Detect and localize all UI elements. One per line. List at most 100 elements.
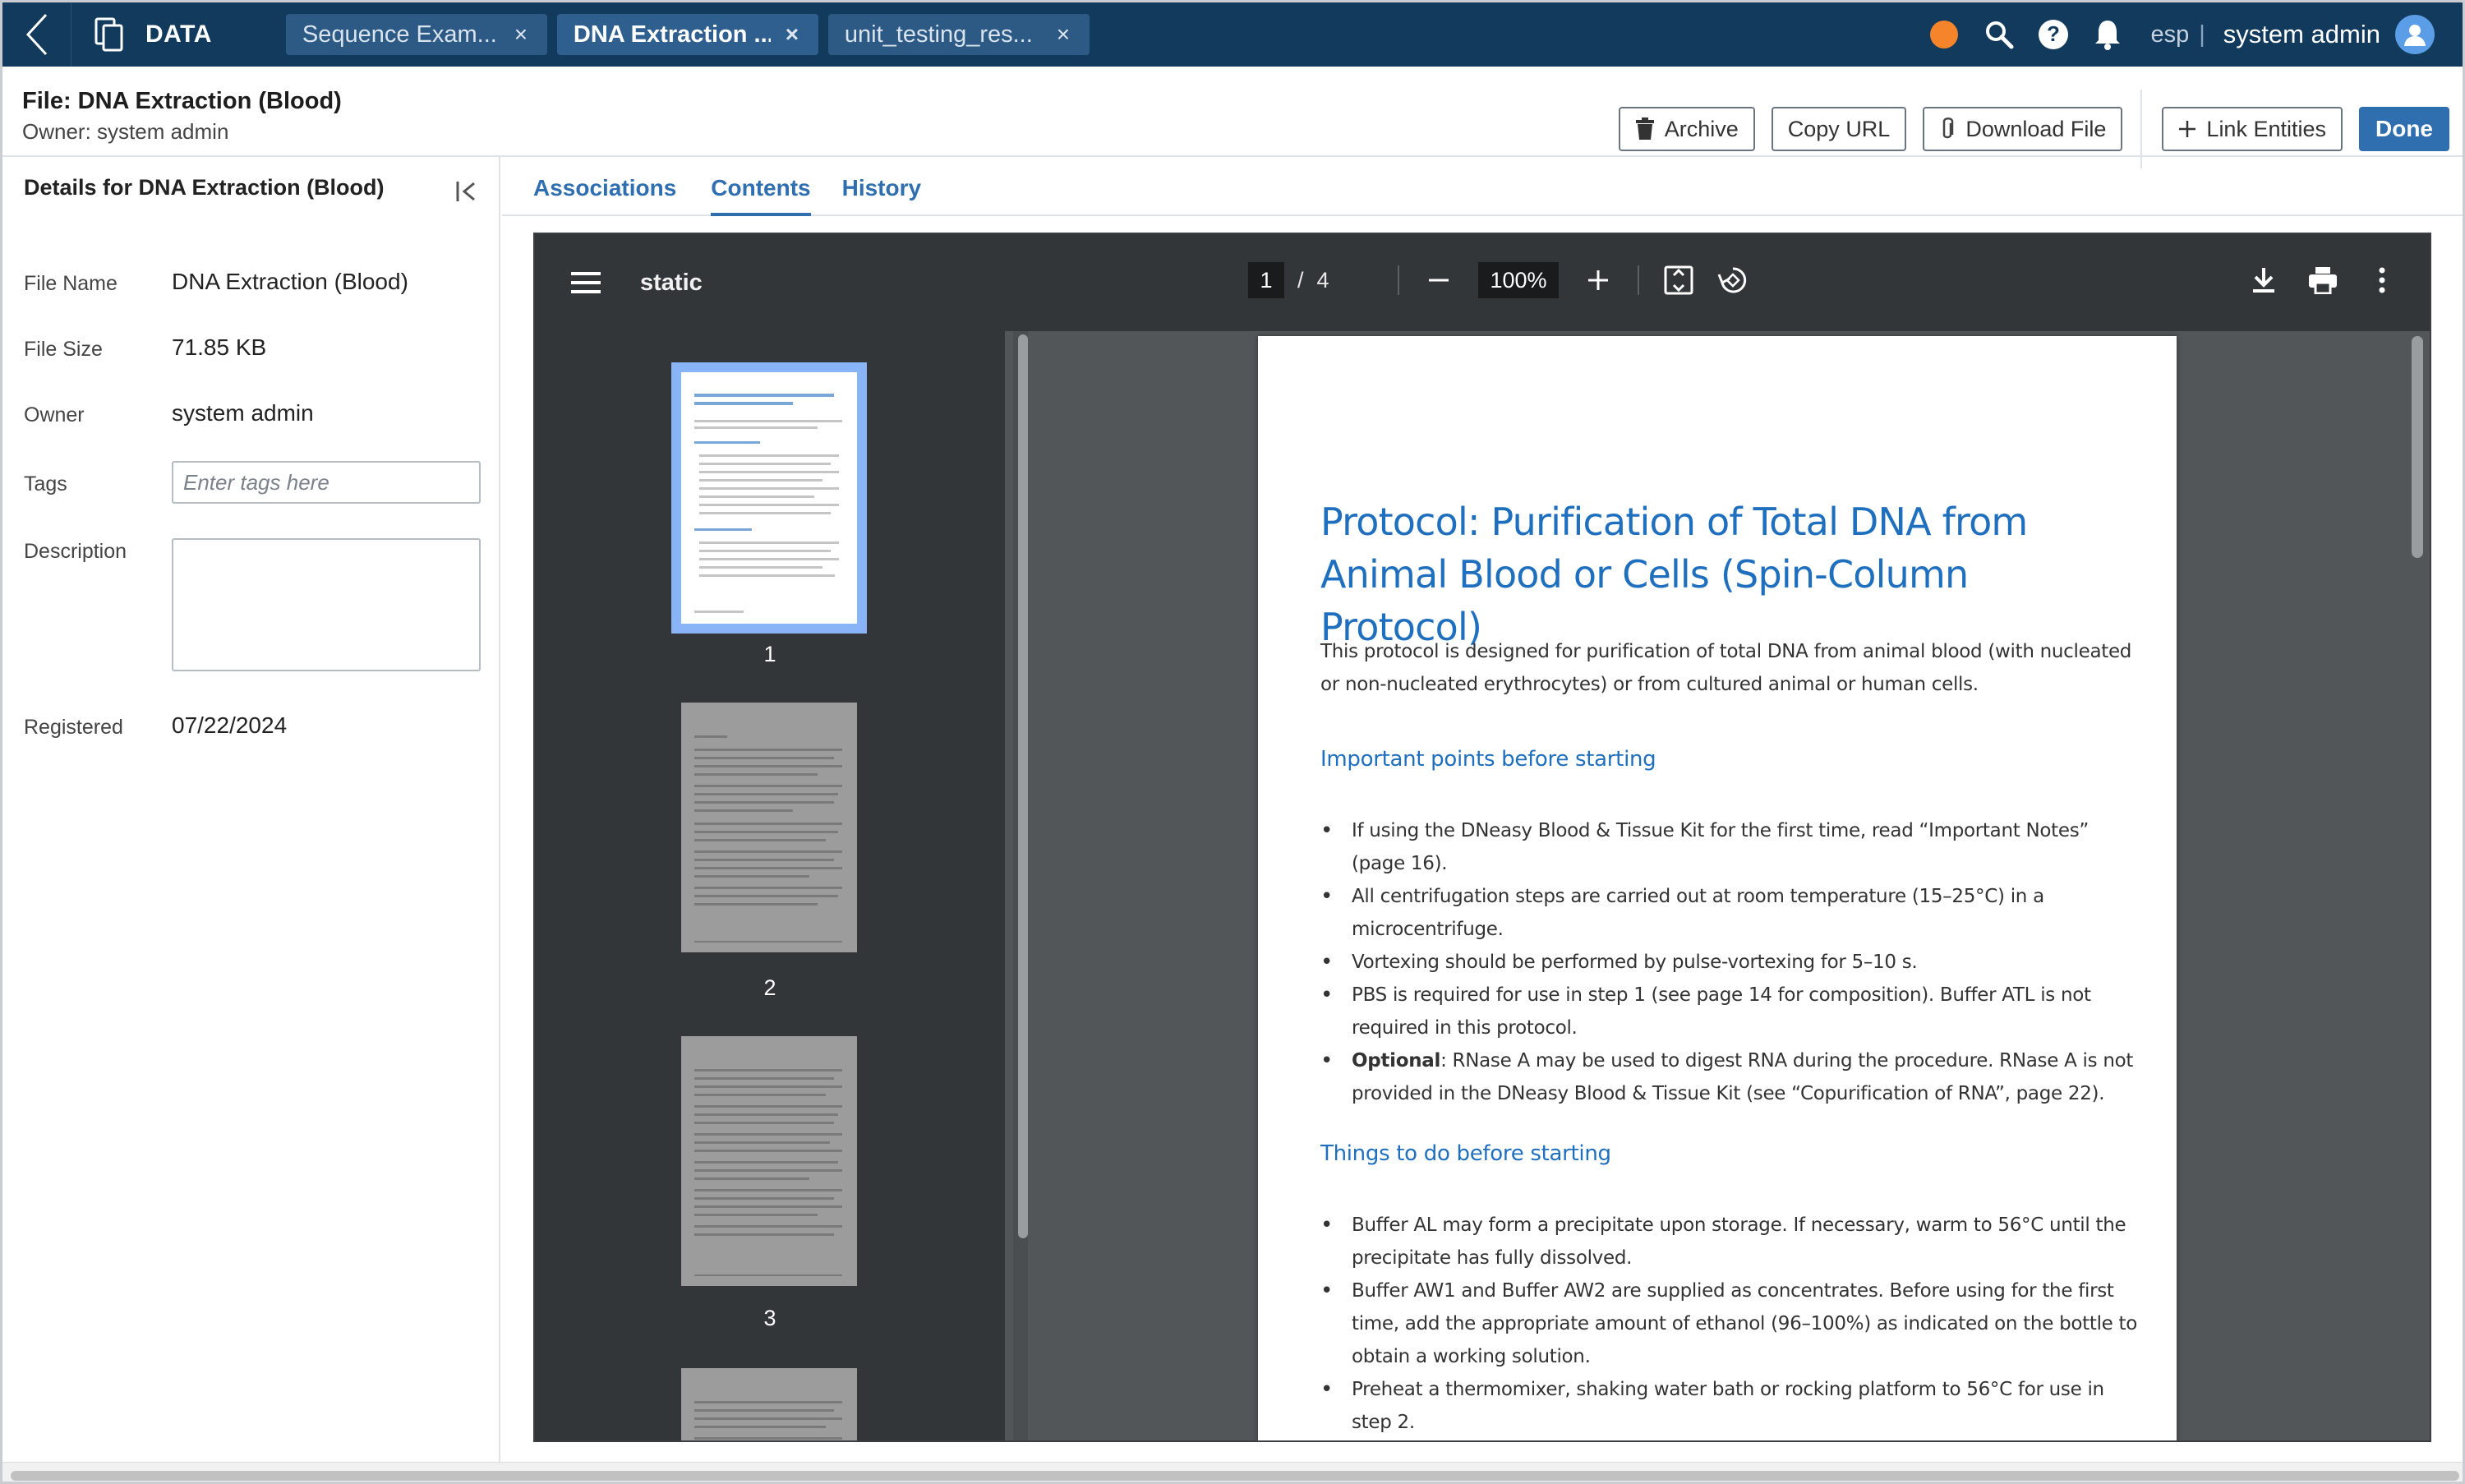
list-item: If using the DNeasy Blood & Tissue Kit f…: [1320, 814, 2142, 880]
archive-label: Archive: [1664, 116, 1739, 141]
search-icon[interactable]: [1983, 18, 2016, 51]
chevron-left-icon: [25, 13, 47, 56]
open-tabs: Sequence Exam... × DNA Extraction ... × …: [285, 14, 1090, 55]
details-title: Details for DNA Extraction (Blood): [24, 175, 385, 200]
list-item: Buffer AL may form a precipitate upon st…: [1320, 1209, 2142, 1274]
user-name[interactable]: system admin: [2223, 20, 2380, 49]
thumbnail-page-4[interactable]: [681, 1368, 857, 1440]
done-button[interactable]: Done: [2359, 107, 2449, 151]
tab-label: unit_testing_res...: [844, 21, 1033, 48]
list-item: Vortexing should be performed by pulse-v…: [1320, 946, 2142, 979]
thumbnail-scrollbar-thumb[interactable]: [1018, 334, 1028, 1238]
list-item: Buffer AW1 and Buffer AW2 are supplied a…: [1320, 1274, 2142, 1373]
trash-icon: [1635, 118, 1655, 141]
copy-files-icon: [93, 16, 126, 53]
zoom-level[interactable]: 100%: [1478, 262, 1559, 298]
close-icon[interactable]: ×: [511, 21, 531, 48]
zoom-control: 100%: [1376, 262, 1751, 298]
page-control: 1 / 4: [1248, 262, 1329, 298]
back-button[interactable]: [2, 2, 71, 67]
tab-dna-extraction[interactable]: DNA Extraction ... ×: [556, 14, 818, 55]
top-right-controls: ? esp | system admin: [1930, 2, 2435, 67]
tab-associations[interactable]: Associations: [533, 157, 676, 216]
content-tabs: Associations Contents History: [502, 157, 2463, 216]
page-number-input[interactable]: 1: [1248, 262, 1284, 298]
owner-value: system admin: [172, 400, 314, 426]
thumbnail-number: 2: [763, 975, 776, 1000]
tab-sequence-example[interactable]: Sequence Exam... ×: [285, 14, 547, 55]
toolbar-divider: [1398, 265, 1399, 295]
app-name: DATA: [145, 21, 212, 48]
file-name-value: DNA Extraction (Blood): [172, 269, 408, 294]
pdf-file-name: static: [640, 269, 703, 296]
download-file-button[interactable]: Download File: [1923, 107, 2123, 151]
tags-label: Tags: [24, 472, 67, 495]
list-item: PBS is required for use in step 1 (see p…: [1320, 979, 2142, 1044]
document-title: Protocol: Purification of Total DNA from…: [1320, 500, 2028, 649]
page-scrollbar-thumb[interactable]: [2412, 336, 2423, 558]
list-item: All centrifugation steps are carried out…: [1320, 880, 2142, 946]
owner-label: Owner: [24, 403, 85, 426]
zoom-in-icon[interactable]: [1580, 262, 1616, 298]
page-viewport: Protocol: Purification of Total DNA from…: [1028, 331, 2430, 1440]
registered-value: 07/22/2024: [172, 712, 288, 738]
download-file-label: Download File: [1965, 116, 2107, 141]
section-heading: Things to do before starting: [1320, 1141, 1611, 1166]
tags-input[interactable]: [172, 461, 481, 504]
important-points-list: If using the DNeasy Blood & Tissue Kit f…: [1320, 814, 2142, 1110]
optional-label: Optional: [1352, 1050, 1441, 1072]
pdf-toolbar: static 1 / 4 100%: [535, 234, 2430, 331]
thumbnail-page-3[interactable]: [681, 1036, 857, 1286]
tab-label: Sequence Exam...: [302, 21, 497, 48]
menu-icon[interactable]: [571, 266, 604, 299]
tab-unit-testing[interactable]: unit_testing_res... ×: [827, 14, 1090, 55]
rotate-icon[interactable]: [1715, 262, 1751, 298]
total-pages: 4: [1316, 267, 1329, 293]
horizontal-scrollbar-thumb[interactable]: [11, 1471, 2459, 1481]
page-separator: /: [1297, 267, 1304, 293]
optional-text: : RNase A may be used to digest RNA duri…: [1352, 1050, 2134, 1104]
thumbnail-number: 1: [763, 642, 776, 666]
document-intro: This protocol is designed for purificati…: [1320, 641, 2132, 695]
user-avatar-icon[interactable]: [2395, 15, 2435, 54]
page-title: File: DNA Extraction (Blood): [22, 88, 342, 114]
print-icon[interactable]: [2305, 262, 2341, 298]
close-icon[interactable]: ×: [1053, 21, 1073, 48]
description-label: Description: [24, 540, 127, 563]
link-entities-button[interactable]: Link Entities: [2162, 107, 2343, 151]
thumbnail-page-2[interactable]: [681, 703, 857, 952]
close-icon[interactable]: ×: [782, 21, 802, 48]
copy-url-button[interactable]: Copy URL: [1771, 107, 1907, 151]
plus-icon: [2178, 120, 2196, 138]
status-indicator[interactable]: [1930, 21, 1959, 48]
link-entities-label: Link Entities: [2206, 116, 2326, 141]
file-header: File: DNA Extraction (Blood) Owner: syst…: [2, 67, 2463, 168]
download-icon[interactable]: [2246, 262, 2282, 298]
details-panel: Details for DNA Extraction (Blood) File …: [2, 157, 500, 1465]
tab-contents[interactable]: Contents: [711, 157, 811, 216]
archive-button[interactable]: Archive: [1618, 107, 1755, 151]
pdf-page-1: Protocol: Purification of Total DNA from…: [1258, 336, 2177, 1440]
help-icon[interactable]: ?: [2037, 18, 2070, 51]
bell-icon[interactable]: [2091, 18, 2124, 51]
more-options-icon[interactable]: [2364, 262, 2400, 298]
file-owner: Owner: system admin: [22, 119, 229, 144]
list-item: Optional: RNase A may be used to digest …: [1320, 1044, 2142, 1110]
horizontal-scrollbar[interactable]: [2, 1462, 2463, 1482]
section-heading: Important points before starting: [1320, 747, 1656, 772]
tab-history[interactable]: History: [842, 157, 921, 216]
collapse-panel-icon[interactable]: [453, 177, 482, 206]
thumbnail-sidebar: 1 2 3: [535, 331, 1005, 1440]
tab-label: DNA Extraction ...: [573, 21, 771, 48]
top-navigation-bar: DATA Sequence Exam... × DNA Extraction .…: [2, 2, 2463, 67]
svg-text:?: ?: [2048, 21, 2061, 46]
pdf-viewer: static 1 / 4 100% 1 2 3 Protocol: Purifi…: [533, 233, 2431, 1442]
fit-page-icon[interactable]: [1661, 262, 1697, 298]
registered-label: Registered: [24, 716, 123, 739]
file-name-label: File Name: [24, 272, 117, 295]
list-item: Preheat a thermomixer, shaking water bat…: [1320, 1373, 2142, 1439]
zoom-out-icon[interactable]: [1421, 262, 1457, 298]
description-field[interactable]: [172, 538, 481, 671]
thumbnail-page-1[interactable]: [671, 362, 867, 634]
file-size-label: File Size: [24, 338, 103, 361]
